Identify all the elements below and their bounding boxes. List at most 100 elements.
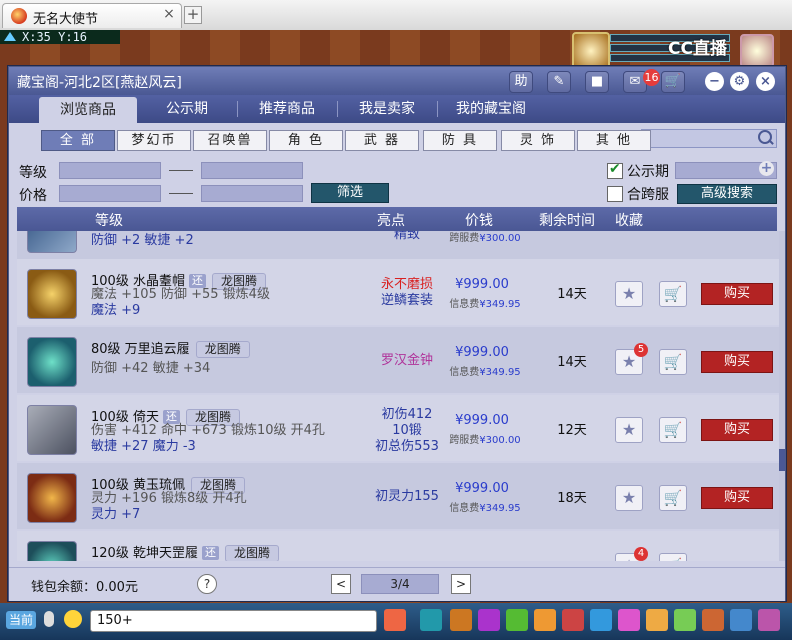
price: ¥999.00	[455, 277, 509, 292]
item-image[interactable]	[27, 337, 77, 387]
stop-icon[interactable]: ■	[585, 71, 609, 93]
favorite-count-badge: 5	[634, 343, 648, 357]
chat-channel-button[interactable]: 当前	[6, 611, 36, 629]
results-scrollbar[interactable]	[779, 231, 785, 561]
item-slot-icon[interactable]	[646, 609, 668, 631]
price-max-input[interactable]	[201, 185, 303, 202]
scrollbar-thumb[interactable]	[779, 449, 785, 471]
microphone-icon[interactable]	[44, 611, 54, 627]
seller-tag[interactable]: 龙图腾	[224, 545, 279, 561]
settings-icon[interactable]: ⚙	[730, 72, 749, 91]
favorite-star-icon[interactable]: ★	[615, 417, 643, 443]
category-armor[interactable]: 防 具	[423, 130, 497, 151]
tab-recommended[interactable]: 推荐商品	[241, 95, 333, 123]
item-slot-icon[interactable]	[384, 609, 406, 631]
column-price[interactable]: 价钱	[465, 210, 493, 230]
item-slot-icon[interactable]	[420, 609, 442, 631]
item-image[interactable]	[27, 473, 77, 523]
item-image[interactable]	[27, 541, 77, 561]
page-indicator[interactable]: 3/4	[361, 574, 439, 594]
public-period-checkbox[interactable]: ✔	[607, 161, 623, 179]
item-slot-icon[interactable]	[674, 609, 696, 631]
table-row[interactable]: 防御 +2 敏捷 +2 精致 跨服费¥300.00 ★ 🛒 购买	[17, 231, 779, 259]
item-slot-icon[interactable]	[506, 609, 528, 631]
item-slot-icon[interactable]	[590, 609, 612, 631]
search-input[interactable]	[641, 129, 777, 148]
browser-tab-strip: 无名大使节 × +	[0, 0, 792, 31]
plus-icon[interactable]: +	[759, 161, 774, 176]
edit-icon[interactable]: ✎	[547, 71, 571, 93]
cross-server-checkbox[interactable]	[607, 186, 623, 202]
item-slot-icon[interactable]	[702, 609, 724, 631]
table-row[interactable]: 120级 乾坤天罡履还龙图腾 ★ 4 🛒	[17, 531, 779, 561]
cart-icon[interactable]: 🛒	[661, 71, 685, 93]
level-max-input[interactable]	[201, 162, 303, 179]
add-cart-icon[interactable]: 🛒	[659, 485, 687, 511]
item-image[interactable]	[27, 405, 77, 455]
item-name: 80级 万里追云履	[91, 342, 190, 357]
browser-tab[interactable]: 无名大使节 ×	[2, 3, 182, 28]
buy-button[interactable]: 购买	[701, 351, 773, 373]
add-cart-icon[interactable]: 🛒	[659, 281, 687, 307]
close-icon[interactable]: ×	[756, 72, 775, 91]
tab-browse[interactable]: 浏览商品	[39, 97, 137, 123]
table-row[interactable]: 100级 水晶耋帽还龙图腾 魔法 +105 防御 +55 锻炼4级 魔法 +9 永…	[17, 259, 779, 325]
item-image[interactable]	[27, 269, 77, 319]
add-cart-icon[interactable]: 🛒	[659, 417, 687, 443]
pet-avatar[interactable]	[740, 34, 774, 68]
item-slot-icon[interactable]	[478, 609, 500, 631]
item-image[interactable]	[27, 231, 77, 253]
table-row[interactable]: 100级 倚天还龙图腾 伤害 +412 命中 +673 锻炼10级 开4孔 敏捷 …	[17, 395, 779, 461]
chat-input-value: 150+	[97, 613, 133, 628]
minimize-icon[interactable]: −	[705, 72, 724, 91]
item-slot-icon[interactable]	[730, 609, 752, 631]
table-row[interactable]: 100级 黄玉琉佩 龙图腾 灵力 +196 锻炼8级 开4孔 灵力 +7 初灵力15…	[17, 463, 779, 529]
tab-divider	[237, 101, 238, 117]
add-cart-icon[interactable]: 🛒	[659, 349, 687, 375]
buy-button[interactable]: 购买	[701, 487, 773, 509]
table-row[interactable]: 80级 万里追云履 龙图腾 防御 +42 敏捷 +34 罗汉金钟 ¥999.00 …	[17, 327, 779, 393]
seller-tag[interactable]: 龙图腾	[195, 341, 250, 358]
prev-page-button[interactable]: <	[331, 574, 351, 594]
new-tab-button[interactable]: +	[184, 6, 202, 24]
item-slot-icon[interactable]	[562, 609, 584, 631]
help-icon[interactable]: ?	[197, 574, 217, 594]
level-min-input[interactable]	[59, 162, 161, 179]
emoji-icon[interactable]	[64, 610, 82, 628]
column-level[interactable]: 等级	[95, 210, 123, 230]
item-slot-icon[interactable]	[618, 609, 640, 631]
advanced-search-button[interactable]: 高级搜索	[677, 184, 777, 204]
tab-public-period[interactable]: 公示期	[141, 95, 233, 123]
range-dash	[169, 170, 193, 171]
category-accessory[interactable]: 灵 饰	[501, 130, 575, 151]
time-left: 18天	[557, 491, 587, 506]
player-avatar[interactable]	[572, 32, 610, 70]
column-time-left[interactable]: 剩余时间	[539, 210, 595, 230]
item-stat-line: 魔法 +9	[91, 303, 141, 318]
tab-my-pavilion[interactable]: 我的藏宝阁	[441, 95, 541, 123]
category-other[interactable]: 其 他	[577, 130, 651, 151]
price-min-input[interactable]	[59, 185, 161, 202]
category-character[interactable]: 角 色	[269, 130, 343, 151]
panel-tabs: 浏览商品 公示期 推荐商品 我是卖家 我的藏宝阁	[9, 95, 785, 148]
return-badge: 还	[162, 410, 180, 424]
item-slot-icon[interactable]	[450, 609, 472, 631]
item-slot-icon[interactable]	[534, 609, 556, 631]
add-cart-icon[interactable]: 🛒	[659, 553, 687, 561]
tab-close-icon[interactable]: ×	[161, 6, 177, 22]
favorite-star-icon[interactable]: ★	[615, 281, 643, 307]
filter-button[interactable]: 筛选	[311, 183, 389, 203]
next-page-button[interactable]: >	[451, 574, 471, 594]
buy-button[interactable]: 购买	[701, 283, 773, 305]
chat-input[interactable]: 150+	[90, 610, 377, 632]
category-currency[interactable]: 梦幻币	[117, 130, 191, 151]
item-slot-icon[interactable]	[758, 609, 780, 631]
category-weapon[interactable]: 武 器	[345, 130, 419, 151]
category-all[interactable]: 全 部	[41, 130, 115, 151]
help-button[interactable]: 助	[509, 71, 533, 93]
wallet-balance: 钱包余额：0.00元	[31, 580, 138, 595]
category-summon[interactable]: 召唤兽	[193, 130, 267, 151]
buy-button[interactable]: 购买	[701, 419, 773, 441]
tab-seller[interactable]: 我是卖家	[341, 95, 433, 123]
favorite-star-icon[interactable]: ★	[615, 485, 643, 511]
